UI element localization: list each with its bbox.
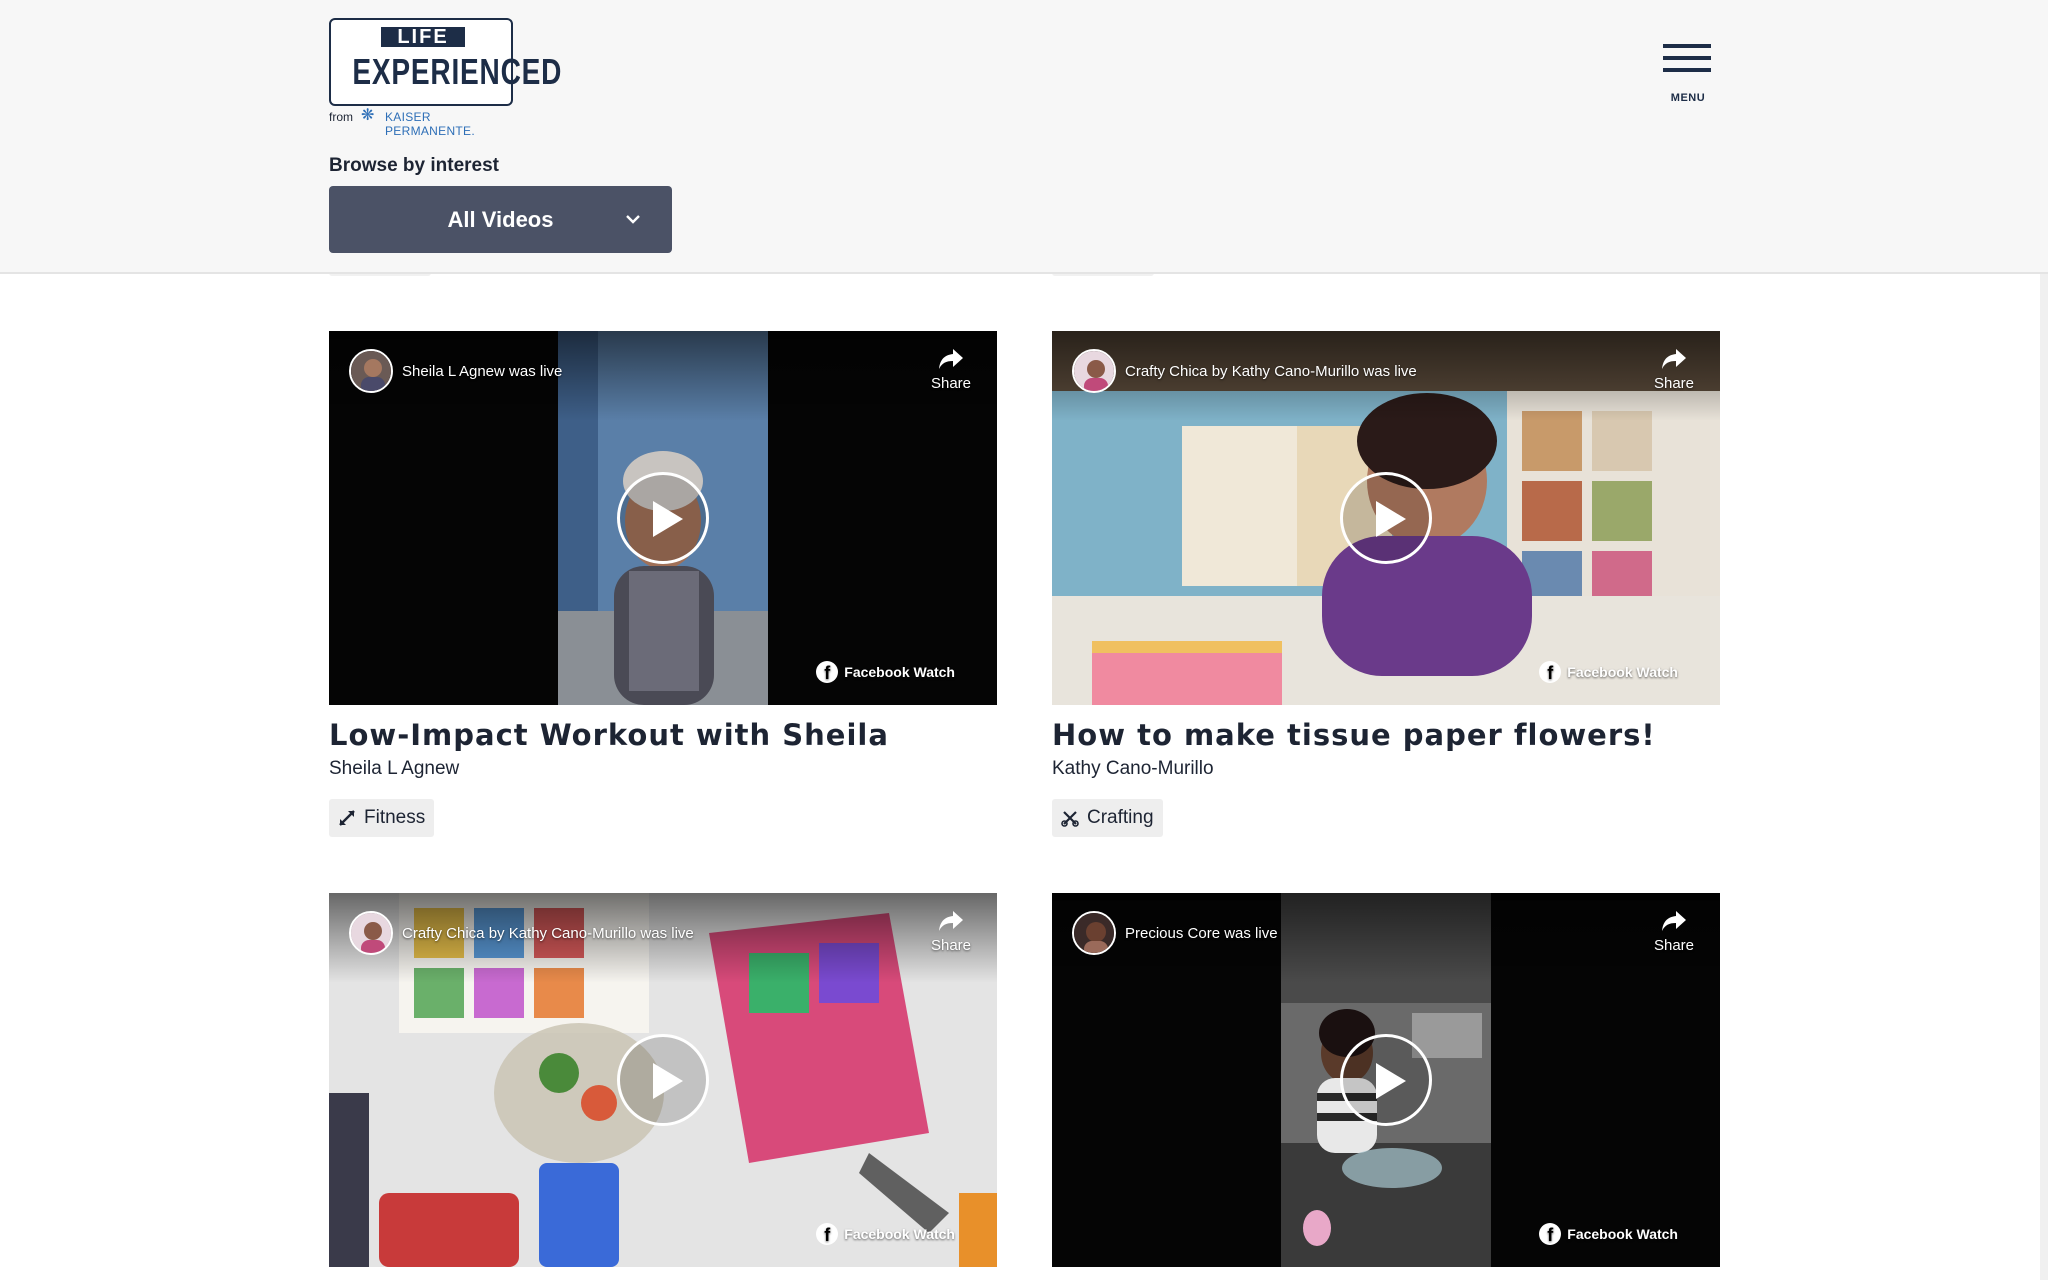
logo-frame: LIFE EXPERIENCED [329, 18, 563, 106]
facebook-icon: f [1539, 1223, 1562, 1245]
share-arrow-icon [1662, 911, 1686, 931]
video-title[interactable]: Low-Impact Workout with Sheila [329, 718, 889, 752]
video-player-precious-core[interactable]: Precious Core was live Share f Facebook … [1052, 893, 1720, 1267]
share-button[interactable]: Share [1652, 347, 1696, 392]
share-button[interactable]: Share [929, 347, 973, 392]
logo-from-text: from [329, 110, 353, 124]
facebook-watch-link[interactable]: f Facebook Watch [1539, 1223, 1678, 1245]
share-button[interactable]: Share [1652, 909, 1696, 954]
site-header: LIFE EXPERIENCED from ❋ KAISER PERMANENT… [0, 0, 2048, 274]
share-label: Share [1653, 375, 1695, 392]
browse-by-interest-label: Browse by interest [329, 155, 499, 176]
share-arrow-icon [939, 349, 963, 369]
video-title[interactable]: How to make tissue paper flowers! [1052, 718, 1656, 752]
play-icon [1376, 1063, 1406, 1099]
logo-experienced-text: EXPERIENCED [352, 51, 563, 92]
live-status-text: Crafty Chica by Kathy Cano-Murillo was l… [402, 925, 694, 942]
video-player-crafty-chica[interactable]: Crafty Chica by Kathy Cano-Murillo was l… [329, 893, 997, 1267]
expand-arrows-icon [339, 810, 355, 826]
avatar[interactable] [1072, 349, 1116, 393]
share-arrow-icon [1662, 349, 1686, 369]
kaiser-permanente-text: KAISER PERMANENTE. [385, 110, 475, 138]
play-icon [1376, 501, 1406, 537]
play-button[interactable] [617, 472, 709, 564]
life-experienced-logo[interactable]: LIFE EXPERIENCED from ❋ KAISER PERMANENT… [329, 18, 563, 138]
facebook-icon: f [816, 661, 839, 683]
avatar[interactable] [349, 349, 393, 393]
play-icon [653, 1063, 683, 1099]
facebook-watch-label: Facebook Watch [844, 664, 955, 680]
logo-life-text: LIFE [381, 27, 465, 47]
tag-crafting[interactable]: Crafting [1052, 799, 1163, 837]
share-label: Share [930, 937, 972, 954]
play-button[interactable] [1340, 1034, 1432, 1126]
facebook-watch-link[interactable]: f Facebook Watch [816, 1223, 955, 1245]
menu-label: MENU [1670, 92, 1706, 104]
avatar[interactable] [349, 911, 393, 955]
hamburger-icon [1663, 44, 1711, 48]
menu-button[interactable]: MENU [1660, 40, 1716, 110]
kaiser-people-icon: ❋ [361, 107, 375, 124]
video-author: Sheila L Agnew [329, 758, 460, 779]
share-label: Share [1653, 937, 1695, 954]
dropdown-selected-value: All Videos [447, 207, 554, 232]
live-status-text: Precious Core was live [1125, 925, 1278, 942]
chevron-down-icon [626, 215, 640, 224]
facebook-watch-label: Facebook Watch [844, 1226, 955, 1242]
facebook-watch-label: Facebook Watch [1567, 664, 1678, 680]
tag-fitness[interactable]: Fitness [329, 799, 435, 837]
play-button[interactable] [1340, 472, 1432, 564]
video-player-tissue-flowers[interactable]: Crafty Chica by Kathy Cano-Murillo was l… [1052, 331, 1720, 705]
tag-label: Crafting [1087, 807, 1154, 828]
share-label: Share [930, 375, 972, 392]
hamburger-icon-bar [1663, 68, 1711, 72]
play-icon [653, 501, 683, 537]
interest-dropdown[interactable]: All Videos [329, 186, 672, 253]
share-button[interactable]: Share [929, 909, 973, 954]
facebook-watch-label: Facebook Watch [1567, 1226, 1678, 1242]
play-button[interactable] [617, 1034, 709, 1126]
facebook-icon: f [1539, 661, 1562, 683]
facebook-watch-link[interactable]: f Facebook Watch [1539, 661, 1678, 683]
video-player-sheila[interactable]: Sheila L Agnew was live Share f Facebook… [329, 331, 997, 705]
hamburger-icon-bar [1663, 56, 1711, 60]
video-author: Kathy Cano-Murillo [1052, 758, 1214, 779]
share-arrow-icon [939, 911, 963, 931]
facebook-watch-link[interactable]: f Facebook Watch [816, 661, 955, 683]
tag-label: Fitness [364, 807, 426, 828]
facebook-icon: f [816, 1223, 839, 1245]
live-status-text: Sheila L Agnew was live [402, 363, 563, 380]
live-status-text: Crafty Chica by Kathy Cano-Murillo was l… [1125, 363, 1417, 380]
avatar[interactable] [1072, 911, 1116, 955]
scissors-icon [1061, 811, 1079, 827]
